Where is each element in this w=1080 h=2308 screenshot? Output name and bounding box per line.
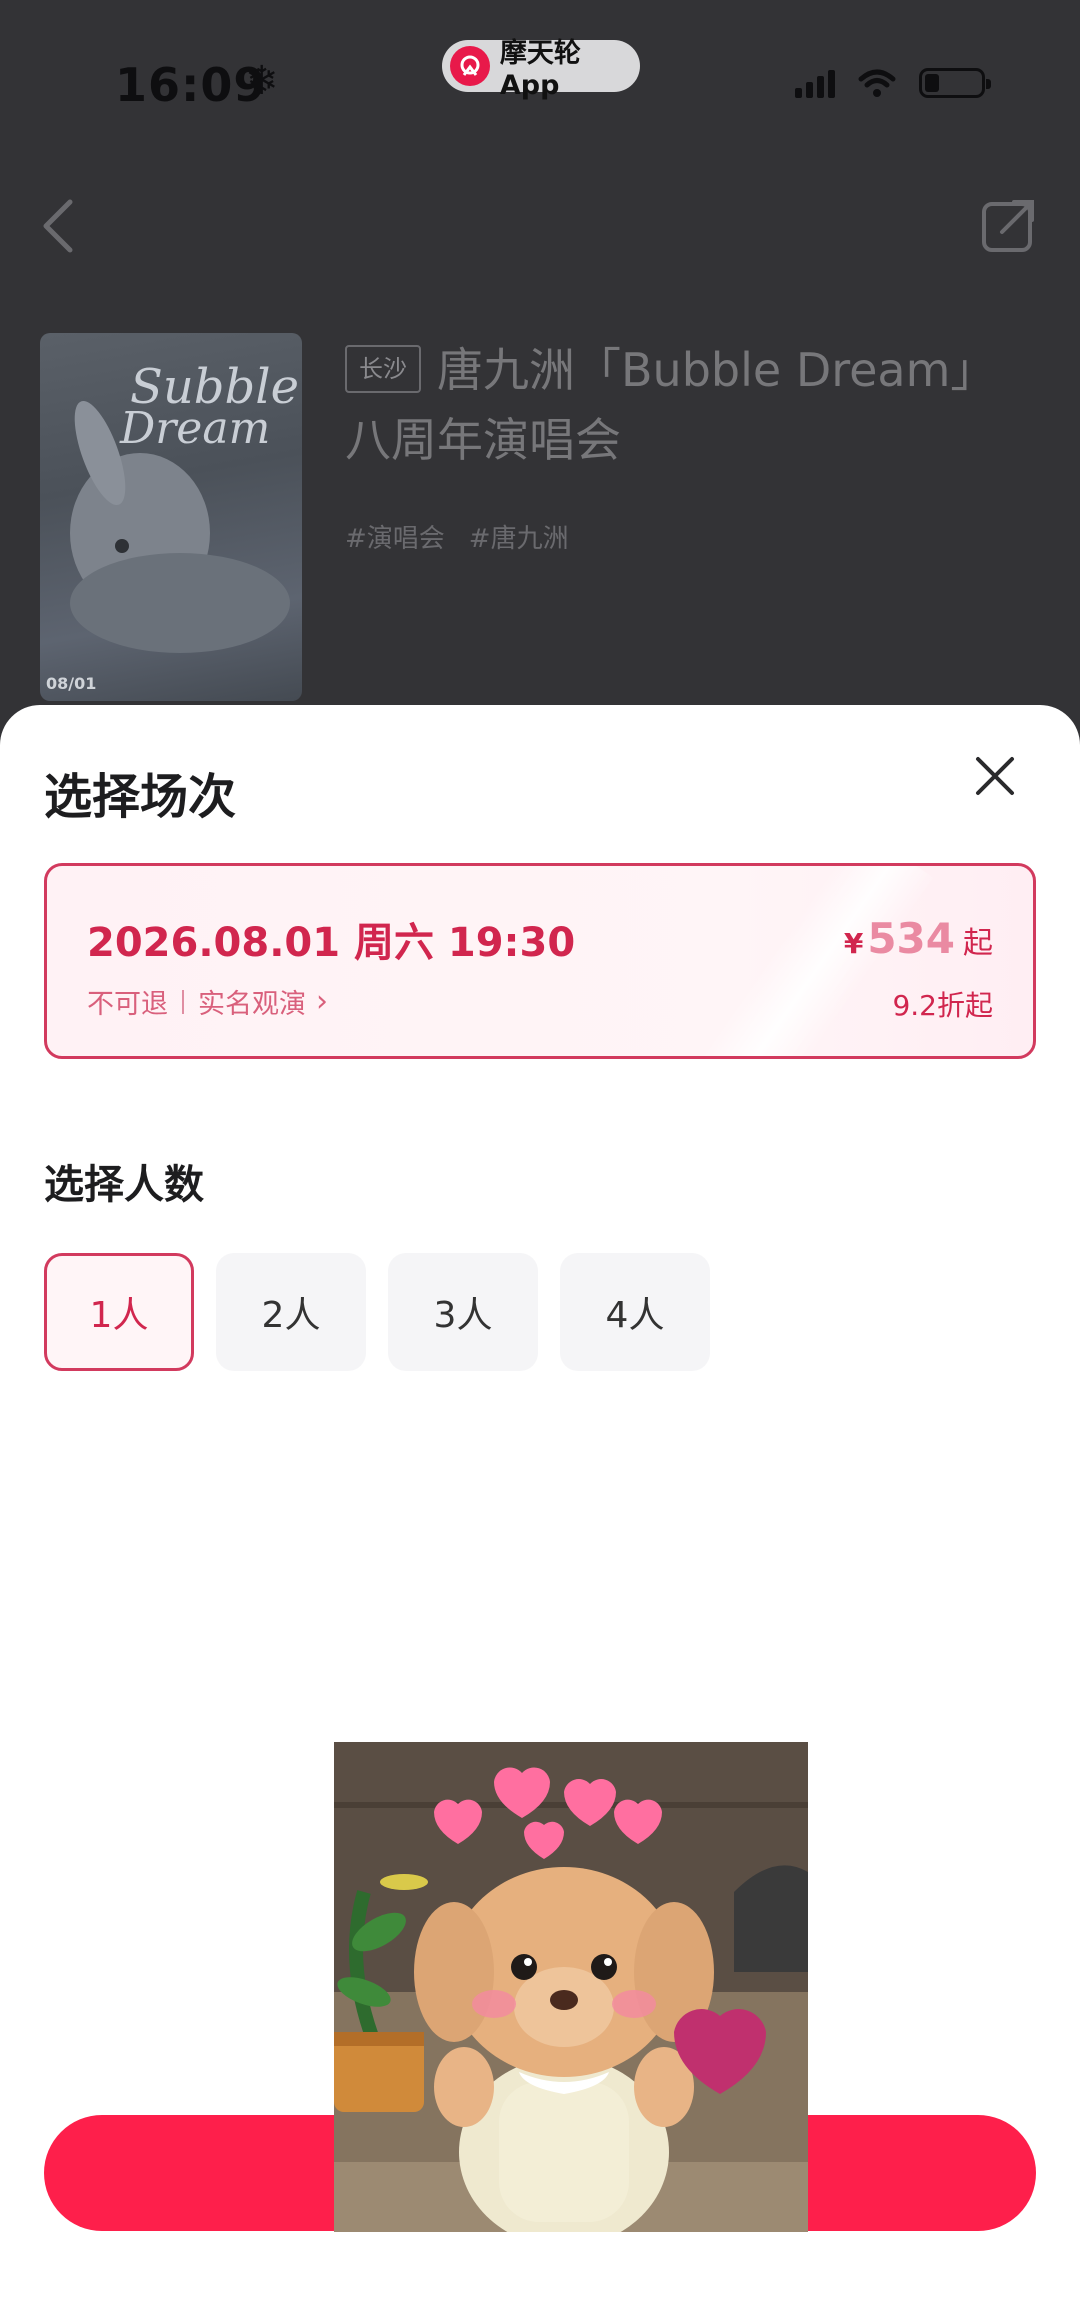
- hashtags: #演唱会 #唐九洲: [345, 518, 569, 555]
- poster-date: 08/01: [46, 674, 97, 693]
- app-logo-icon: [450, 46, 490, 86]
- sheet-title: 选择场次: [44, 769, 237, 825]
- background-page: 16:09 ❄ 摩天轮App Subble Dream 08/01 唐九洲「Bu…: [0, 0, 1080, 760]
- app-pill[interactable]: 摩天轮App: [442, 38, 640, 101]
- session-meta[interactable]: 不可退 实名观演 ›: [87, 982, 328, 1021]
- event-title-line1: 唐九洲「Bubble Dream」: [437, 343, 997, 397]
- event-title-line2: 八周年演唱会: [345, 413, 621, 467]
- count-option-2[interactable]: 2人: [216, 1253, 366, 1371]
- count-option-4[interactable]: 4人: [560, 1253, 710, 1371]
- count-title: 选择人数: [44, 1162, 204, 1208]
- status-time: 16:09: [115, 58, 267, 112]
- signal-icon: [795, 68, 835, 98]
- count-option-1[interactable]: 1人: [44, 1253, 194, 1371]
- price-suffix: 起: [963, 926, 993, 961]
- hashtag[interactable]: #演唱会: [345, 518, 445, 555]
- poster-art: Subble Dream: [70, 359, 299, 653]
- session-price: ¥ 534 起: [844, 914, 993, 963]
- teddy-bear-image: [334, 1742, 808, 2232]
- event-title: 唐九洲「Bubble Dream」 八周年演唱会: [345, 335, 1045, 475]
- discount-label: 9.2折起: [892, 989, 993, 1022]
- svg-text:Dream: Dream: [119, 403, 270, 454]
- session-option[interactable]: 2026.08.01 周六 19:30 不可退 实名观演 › ¥ 534 起 9…: [44, 863, 1036, 1059]
- realname-policy: 实名观演: [198, 989, 306, 1020]
- hashtag[interactable]: #唐九洲: [469, 518, 569, 555]
- status-bar: 16:09 ❄ 摩天轮App: [0, 0, 1080, 170]
- count-options: 1人 2人 3人 4人: [44, 1253, 710, 1371]
- event-poster[interactable]: Subble Dream 08/01: [40, 333, 302, 701]
- snowflake-icon: ❄: [245, 58, 279, 104]
- refund-policy: 不可退: [87, 989, 168, 1020]
- back-arrow-icon[interactable]: [38, 196, 78, 256]
- divider: [182, 989, 184, 1014]
- count-option-3[interactable]: 3人: [388, 1253, 538, 1371]
- status-icons: [795, 68, 991, 98]
- close-icon[interactable]: [972, 753, 1018, 799]
- city-tag: 长沙: [345, 345, 421, 393]
- share-icon[interactable]: [978, 196, 1038, 256]
- battery-icon: [919, 68, 991, 98]
- wifi-icon: [858, 69, 896, 97]
- price-currency: ¥: [843, 927, 864, 960]
- app-pill-label: 摩天轮App: [499, 38, 581, 101]
- session-datetime: 2026.08.01 周六 19:30: [87, 920, 576, 966]
- chevron-right-icon: ›: [316, 984, 328, 1019]
- teddy-bear-sticker: [334, 1742, 808, 2232]
- price-value: 534: [867, 914, 955, 963]
